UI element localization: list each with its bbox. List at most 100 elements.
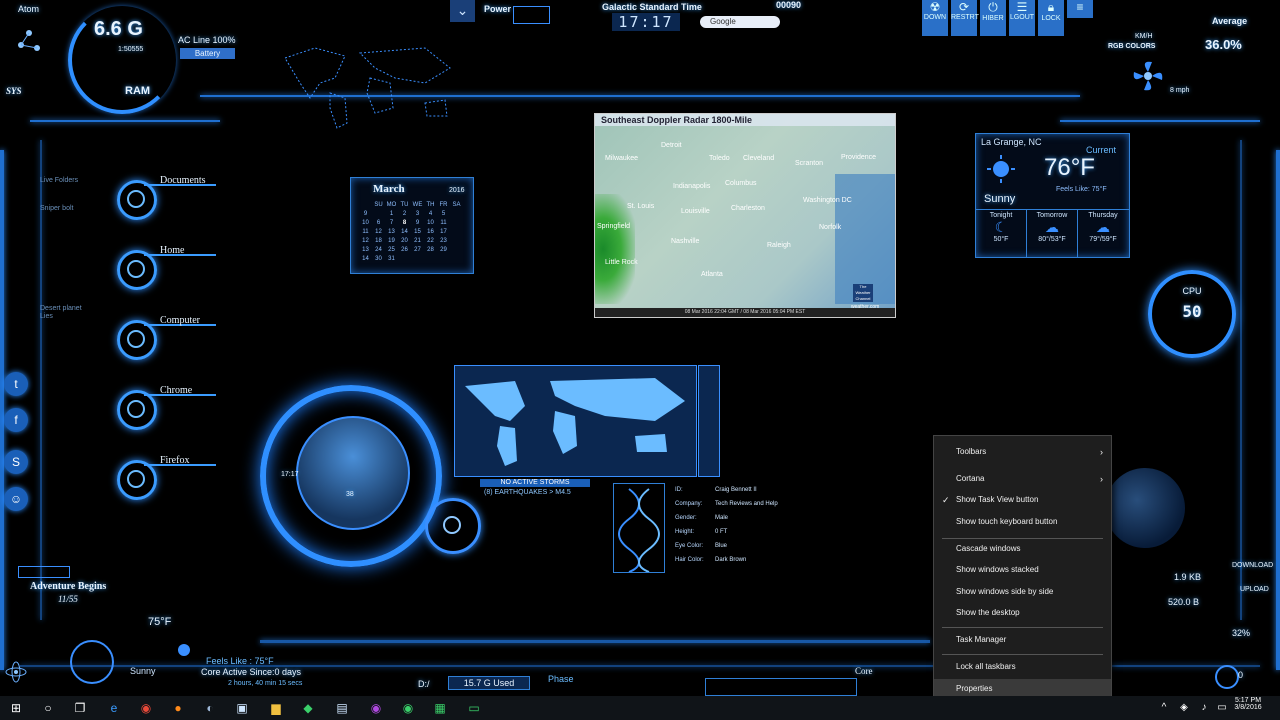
- day-cell[interactable]: 28: [424, 245, 437, 254]
- steam-icon[interactable]: ◐: [196, 696, 224, 720]
- world-storm-map[interactable]: [454, 365, 697, 477]
- day-cell[interactable]: [411, 254, 424, 263]
- day-cell[interactable]: 8: [398, 218, 411, 227]
- day-cell[interactable]: 1: [385, 209, 398, 218]
- weather-radar-map[interactable]: Southeast Doppler Radar 1800-Mile Milwau…: [594, 113, 896, 318]
- facebook-icon[interactable]: f: [4, 408, 28, 432]
- day-cell[interactable]: 19: [385, 236, 398, 245]
- weather-channel-logo: The Weather Channel: [853, 284, 873, 302]
- day-cell[interactable]: 26: [398, 245, 411, 254]
- shortcut-chrome[interactable]: Chrome: [112, 385, 216, 433]
- day-cell[interactable]: 29: [437, 245, 450, 254]
- day-cell[interactable]: 17: [437, 227, 450, 236]
- firefox-icon[interactable]: ●: [164, 696, 192, 720]
- app-icon[interactable]: ▦: [426, 696, 454, 720]
- profile-value: Male: [715, 515, 729, 521]
- day-cell[interactable]: 5: [437, 209, 450, 218]
- cortana-icon[interactable]: ○: [34, 696, 62, 720]
- menu-item-cortana[interactable]: Cortana ›: [934, 469, 1111, 489]
- dna-panel: [613, 483, 665, 573]
- day-cell[interactable]: 22: [424, 236, 437, 245]
- chrome-icon[interactable]: ◉: [132, 696, 160, 720]
- power-chevron-icon[interactable]: ⌄: [450, 0, 475, 22]
- day-cell[interactable]: [398, 254, 411, 263]
- cloud-icon: ☁: [1096, 219, 1110, 235]
- battery-label: Battery: [194, 49, 221, 58]
- menu-item-side-by-side[interactable]: Show windows side by side: [934, 582, 1111, 602]
- day-cell[interactable]: 14: [398, 227, 411, 236]
- people-icon[interactable]: ☺: [4, 487, 28, 511]
- day-cell[interactable]: 12: [372, 227, 385, 236]
- task-view-icon[interactable]: ❐: [66, 696, 94, 720]
- day-cell[interactable]: 27: [411, 245, 424, 254]
- shortcut-documents[interactable]: Documents: [112, 175, 216, 223]
- menu-item-touch-keyboard[interactable]: Show touch keyboard button: [934, 512, 1111, 532]
- core-label: Core: [855, 666, 873, 676]
- fan-icon: [1130, 58, 1166, 94]
- day-cell[interactable]: 2: [398, 209, 411, 218]
- day-cell[interactable]: 21: [411, 236, 424, 245]
- app-icon[interactable]: ▭: [460, 696, 488, 720]
- day-cell[interactable]: 7: [385, 218, 398, 227]
- edge-icon[interactable]: e: [100, 696, 128, 720]
- shutdown-button[interactable]: ☢ DOWN: [922, 0, 948, 36]
- adventure-label: Adventure Begins: [30, 581, 107, 592]
- day-cell[interactable]: [372, 209, 385, 218]
- core-active: Core Active Since:0 days: [201, 667, 302, 677]
- day-cell[interactable]: 3: [411, 209, 424, 218]
- day-cell[interactable]: 16: [424, 227, 437, 236]
- menu-item-toolbars[interactable]: Toolbars ›: [934, 442, 1111, 462]
- profile-key: Company:: [675, 501, 703, 507]
- day-header: FR: [439, 201, 448, 208]
- app-icon[interactable]: ◉: [362, 696, 390, 720]
- day-cell[interactable]: 13: [385, 227, 398, 236]
- day-cell[interactable]: [424, 254, 437, 263]
- menu-item-task-manager[interactable]: Task Manager: [934, 630, 1111, 650]
- google-search-input[interactable]: Google: [700, 16, 780, 28]
- hibernate-button[interactable]: ⏻ HIBER: [980, 0, 1006, 36]
- twitter-icon[interactable]: t: [4, 372, 28, 396]
- taskbar-clock[interactable]: 5:17 PM 3/8/2016: [1228, 697, 1268, 711]
- day-cell[interactable]: 6: [372, 218, 385, 227]
- day-cell[interactable]: 30: [372, 254, 385, 263]
- day-cell[interactable]: 20: [398, 236, 411, 245]
- day-cell[interactable]: 9: [411, 218, 424, 227]
- lock-button[interactable]: 🔒︎ LOCK: [1038, 0, 1064, 36]
- store-icon[interactable]: ▤: [328, 696, 356, 720]
- menu-item-label: Toolbars: [956, 447, 987, 456]
- calendar-week: 10 6 7 8 9 10 11: [359, 218, 463, 227]
- app-icon[interactable]: ▣: [228, 696, 256, 720]
- day-header: TH: [426, 201, 435, 208]
- day-cell[interactable]: 10: [424, 218, 437, 227]
- windows-logo-icon[interactable]: ⊞: [2, 696, 30, 720]
- app-icon[interactable]: ◆: [294, 696, 322, 720]
- shortcut-computer[interactable]: Computer: [112, 315, 216, 363]
- battery-bar: Battery: [180, 48, 235, 59]
- day-cell[interactable]: 31: [385, 254, 398, 263]
- menu-item-show-desktop[interactable]: Show the desktop: [934, 603, 1111, 623]
- menu-item-cascade[interactable]: Cascade windows: [934, 539, 1111, 559]
- shortcut-firefox[interactable]: Firefox: [112, 455, 216, 503]
- ram-label: RAM: [125, 85, 151, 97]
- level-bar: [18, 566, 70, 578]
- day-cell[interactable]: 24: [372, 245, 385, 254]
- day-cell[interactable]: 15: [411, 227, 424, 236]
- upload-value: 520.0 B: [1168, 597, 1200, 607]
- skype-icon[interactable]: S: [4, 450, 28, 474]
- explorer-icon[interactable]: ▆: [262, 696, 290, 720]
- menu-item-stacked[interactable]: Show windows stacked: [934, 560, 1111, 580]
- day-cell[interactable]: 25: [385, 245, 398, 254]
- day-cell[interactable]: 23: [437, 236, 450, 245]
- menu-item-lock-taskbars[interactable]: Lock all taskbars: [934, 657, 1111, 677]
- shortcut-home[interactable]: Home: [112, 245, 216, 293]
- day-cell[interactable]: [437, 254, 450, 263]
- app-icon[interactable]: ◉: [394, 696, 422, 720]
- taskbar-time: 5:17 PM: [1234, 697, 1262, 704]
- day-cell[interactable]: 18: [372, 236, 385, 245]
- day-cell[interactable]: 4: [424, 209, 437, 218]
- menu-item-show-task-view[interactable]: ✓ Show Task View button: [934, 490, 1111, 510]
- day-cell[interactable]: 11: [437, 218, 450, 227]
- restart-button[interactable]: ⟳ RESTRT: [951, 0, 979, 36]
- logout-button[interactable]: ☰ LGOUT: [1009, 0, 1035, 36]
- menu-icon[interactable]: ≡: [1067, 0, 1093, 18]
